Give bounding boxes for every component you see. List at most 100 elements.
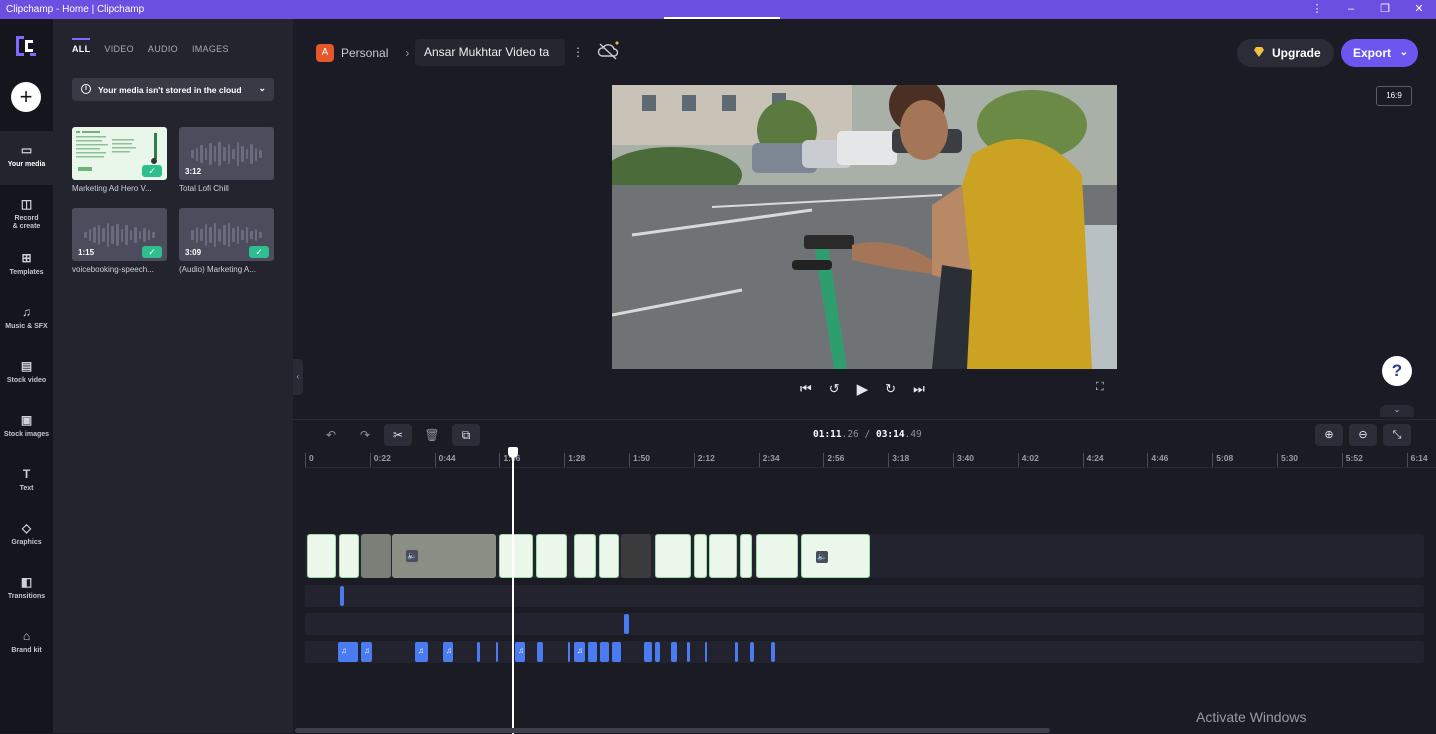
- minimize-icon[interactable]: –: [1334, 0, 1368, 19]
- video-track[interactable]: 🔈 🔈: [305, 534, 1424, 578]
- project-name-input[interactable]: Ansar Mukhtar Video ta: [415, 39, 565, 66]
- audio-clip[interactable]: [496, 642, 498, 662]
- audio-clip[interactable]: [588, 642, 597, 662]
- audio-clip[interactable]: [671, 642, 677, 662]
- skip-back-icon[interactable]: ⏮: [800, 381, 812, 397]
- fit-timeline-icon[interactable]: ⤡: [1383, 424, 1411, 446]
- timeline-clip[interactable]: [339, 534, 359, 578]
- audio-clip[interactable]: ♫: [574, 642, 585, 662]
- media-item[interactable]: 3:12 Total Lofi Chill: [179, 127, 274, 193]
- aspect-ratio-button[interactable]: 16:9: [1376, 86, 1412, 106]
- timeline-clip[interactable]: [499, 534, 533, 578]
- audio-clip[interactable]: [705, 642, 707, 662]
- forward-5-icon[interactable]: ↻: [885, 381, 896, 397]
- audio-clip[interactable]: ♫: [338, 642, 358, 662]
- timeline-clip[interactable]: [740, 534, 752, 578]
- rail-item-stock-video[interactable]: ▤ Stock video: [0, 347, 53, 401]
- audio-clip[interactable]: [687, 642, 690, 662]
- timecode: 01:11.26 / 03:14.49: [813, 429, 922, 440]
- duplicate-icon[interactable]: ⧉: [452, 424, 480, 446]
- audio-track[interactable]: ♫ ♫ ♫ ♫ ♫ ♫: [305, 641, 1424, 663]
- play-icon[interactable]: ▶: [857, 380, 869, 398]
- timeline-clip[interactable]: [307, 534, 336, 578]
- audio-clip[interactable]: ♫: [361, 642, 372, 662]
- timeline-clip[interactable]: [574, 534, 596, 578]
- audio-clip[interactable]: [537, 642, 543, 662]
- audio-clip[interactable]: [655, 642, 660, 662]
- delete-icon[interactable]: 🗑: [418, 424, 446, 446]
- rail-item-transitions[interactable]: ◧ Transitions: [0, 563, 53, 617]
- export-button[interactable]: Export ⌄: [1341, 39, 1418, 67]
- timeline-clip[interactable]: [621, 534, 651, 578]
- time-ruler[interactable]: 00:220:441:061:281:502:122:342:563:183:4…: [305, 450, 1436, 468]
- split-scissors-icon[interactable]: ✂: [384, 424, 412, 446]
- cloud-storage-notice[interactable]: i Your media isn't stored in the cloud ⌄: [72, 78, 274, 101]
- timeline-clip[interactable]: [709, 534, 737, 578]
- timeline-clip[interactable]: [361, 534, 391, 578]
- playhead[interactable]: [508, 447, 518, 734]
- cloud-off-icon[interactable]: [597, 40, 623, 62]
- rail-item-templates[interactable]: ⊞ Templates: [0, 239, 53, 293]
- audio-clip[interactable]: [771, 642, 775, 662]
- zoom-out-icon[interactable]: ⊖: [1349, 424, 1377, 446]
- playhead-handle[interactable]: [508, 447, 518, 458]
- rail-item-your-media[interactable]: ▭ Your media: [0, 131, 53, 185]
- close-icon[interactable]: ✕: [1402, 0, 1436, 19]
- audio-clip[interactable]: [612, 642, 621, 662]
- rail-item-text[interactable]: T Text: [0, 455, 53, 509]
- timeline-clip[interactable]: [694, 534, 707, 578]
- rewind-5-icon[interactable]: ↺: [829, 381, 840, 397]
- zoom-in-icon[interactable]: ⊕: [1315, 424, 1343, 446]
- audio-clip[interactable]: [340, 586, 344, 606]
- audio-clip[interactable]: ♫: [415, 642, 428, 662]
- audio-track[interactable]: [305, 585, 1424, 607]
- timeline-clip[interactable]: 🔈: [392, 534, 496, 578]
- rail-item-music-sfx[interactable]: ♫ Music & SFX: [0, 293, 53, 347]
- audio-clip[interactable]: [750, 642, 754, 662]
- audio-clip[interactable]: [477, 642, 480, 662]
- timeline-scrollbar[interactable]: [295, 728, 1050, 733]
- add-media-button[interactable]: +: [11, 82, 41, 112]
- audio-clip[interactable]: ♫: [443, 642, 453, 662]
- audio-clip[interactable]: [600, 642, 609, 662]
- media-item[interactable]: 1:15 ✓ voicebooking-speech...: [72, 208, 167, 274]
- timeline: ↶ ↷ ✂ 🗑 ⧉ 01:11.26 / 03:14.49 ⊕ ⊖ ⤡ 0 0:2…: [293, 419, 1436, 734]
- audio-clip[interactable]: [568, 642, 570, 662]
- audio-clip[interactable]: [624, 614, 629, 634]
- project-menu-icon[interactable]: ⋮: [572, 45, 584, 59]
- rail-item-stock-images[interactable]: ▣ Stock images: [0, 401, 53, 455]
- video-preview[interactable]: [612, 85, 1117, 369]
- fullscreen-icon[interactable]: ⛶: [1096, 381, 1104, 394]
- redo-icon[interactable]: ↷: [351, 424, 379, 446]
- ruler-tick: 2:12: [693, 453, 715, 467]
- audio-clip[interactable]: [644, 642, 652, 662]
- timeline-clip[interactable]: 🔈: [801, 534, 870, 578]
- tab-video[interactable]: VIDEO: [104, 44, 134, 54]
- timeline-clip[interactable]: [599, 534, 619, 578]
- media-item[interactable]: 3:09 ✓ (Audio) Marketing A...: [179, 208, 274, 274]
- clipchamp-logo-icon[interactable]: [13, 33, 39, 59]
- more-menu-icon[interactable]: ⋮: [1300, 0, 1334, 19]
- upgrade-button[interactable]: Upgrade: [1237, 39, 1334, 67]
- waveform: [84, 222, 155, 248]
- rail-item-record-create[interactable]: ◫ Record & create: [0, 185, 53, 239]
- undo-icon[interactable]: ↶: [317, 424, 345, 446]
- workspace-name[interactable]: Personal: [341, 46, 388, 60]
- timeline-clip[interactable]: [655, 534, 691, 578]
- tab-images[interactable]: IMAGES: [192, 44, 229, 54]
- timeline-clip[interactable]: [536, 534, 567, 578]
- collapse-preview-icon[interactable]: ⌄: [1380, 405, 1414, 417]
- audio-clip[interactable]: [735, 642, 738, 662]
- audio-clip[interactable]: ♫: [515, 642, 525, 662]
- maximize-icon[interactable]: ❐: [1368, 0, 1402, 19]
- help-button[interactable]: ?: [1382, 356, 1412, 386]
- rail-item-brand-kit[interactable]: ⌂ Brand kit: [0, 617, 53, 671]
- audio-track[interactable]: [305, 613, 1424, 635]
- tab-audio[interactable]: AUDIO: [148, 44, 178, 54]
- timeline-clip[interactable]: [756, 534, 798, 578]
- collapse-panel-button[interactable]: ‹: [293, 359, 303, 395]
- tab-all[interactable]: ALL: [72, 38, 91, 54]
- rail-item-graphics[interactable]: ◇ Graphics: [0, 509, 53, 563]
- media-item[interactable]: ✓ Marketing Ad Hero V...: [72, 127, 167, 193]
- skip-forward-icon[interactable]: ⏭: [913, 381, 925, 397]
